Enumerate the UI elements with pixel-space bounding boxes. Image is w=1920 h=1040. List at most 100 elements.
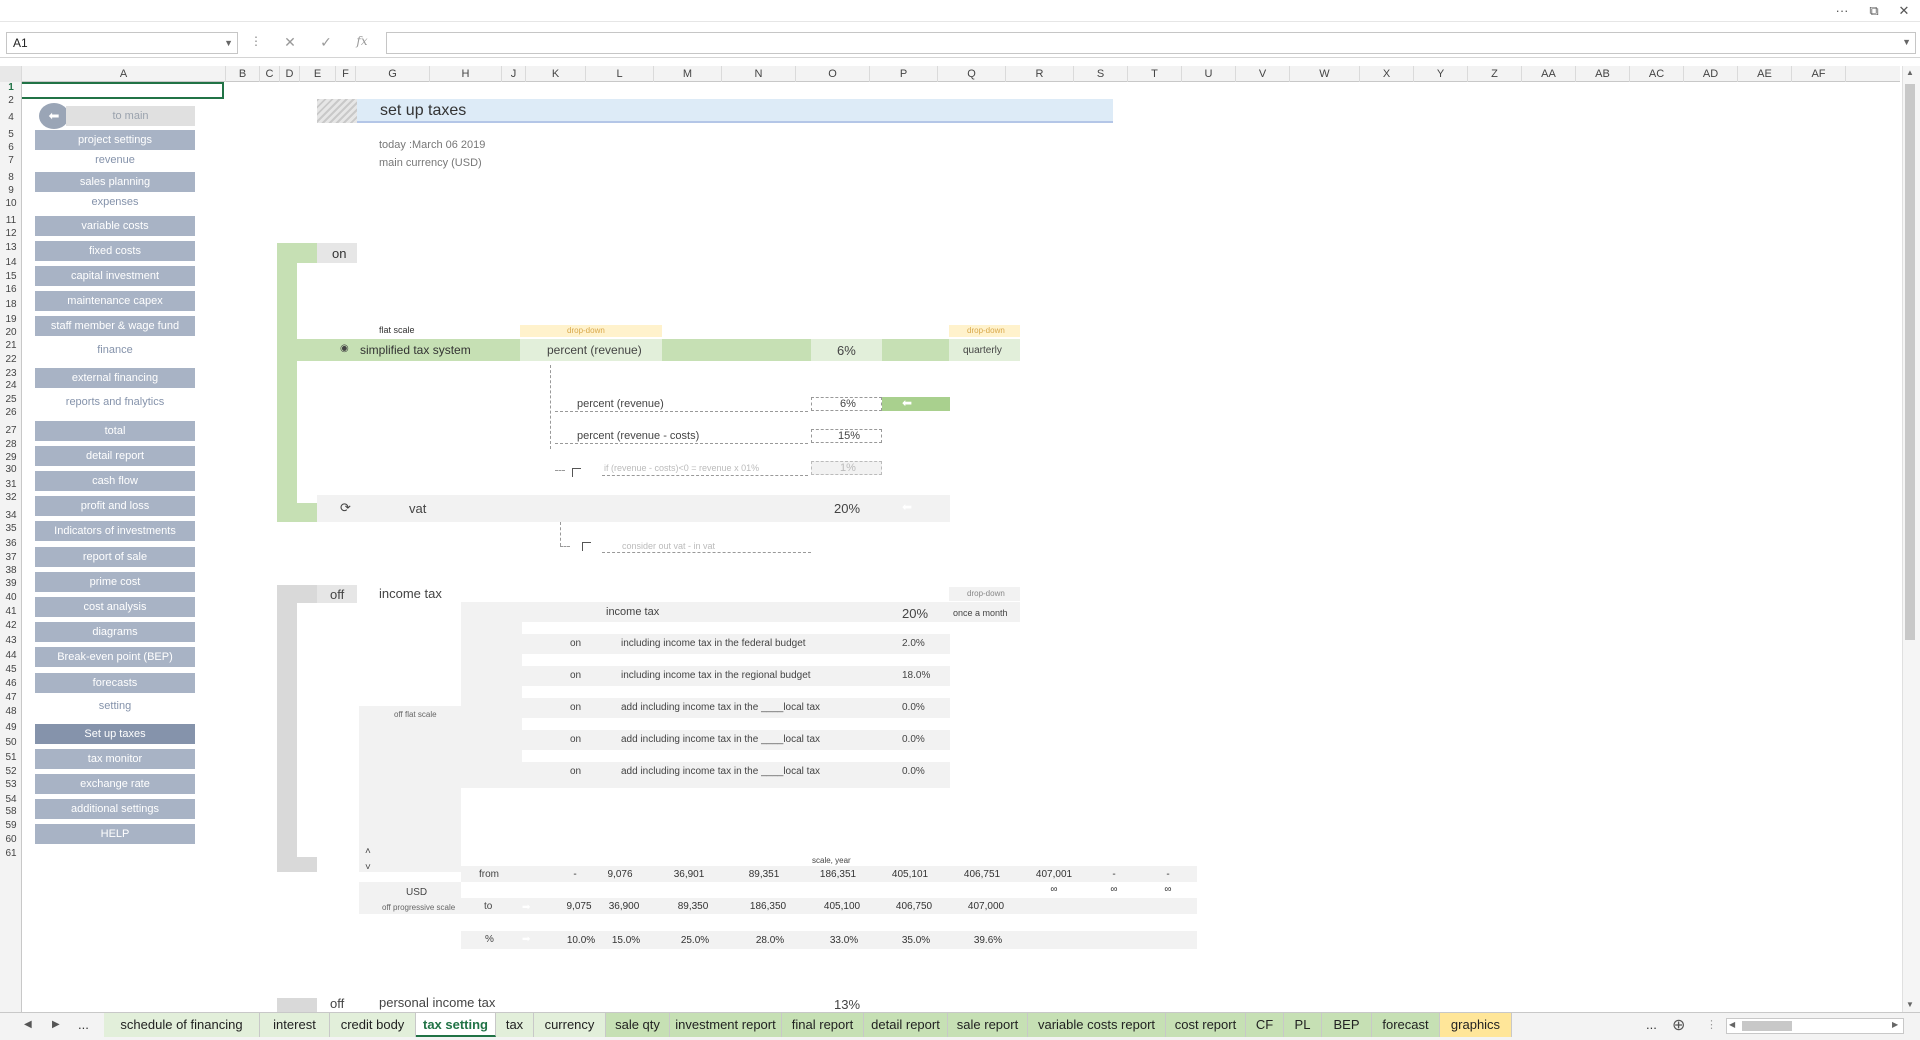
- row-header-51[interactable]: 51: [0, 752, 22, 763]
- tab-variable-costs-report[interactable]: variable costs report: [1028, 1013, 1166, 1037]
- column-header-t[interactable]: T: [1128, 66, 1182, 82]
- column-header-aa[interactable]: AA: [1522, 66, 1576, 82]
- column-header-c[interactable]: C: [260, 66, 280, 82]
- scale-from-cell[interactable]: -: [1143, 869, 1193, 880]
- column-header-a[interactable]: A: [22, 66, 226, 82]
- sidebar-item-break-even-point-bep[interactable]: Break-even point (BEP): [35, 647, 195, 667]
- scale-from-cell[interactable]: 186,351: [813, 869, 863, 880]
- column-header-p[interactable]: P: [870, 66, 938, 82]
- column-header-e[interactable]: E: [300, 66, 336, 82]
- income-row-value[interactable]: 20%: [902, 606, 928, 621]
- row-header-9[interactable]: 9: [0, 185, 22, 196]
- spin-up-icon[interactable]: ˄: [365, 846, 371, 857]
- row-header-45[interactable]: 45: [0, 664, 22, 675]
- tab-currency[interactable]: currency: [534, 1013, 606, 1037]
- tab-prev-icon[interactable]: ◀: [24, 1019, 32, 1030]
- row-header-7[interactable]: 7: [0, 155, 22, 166]
- sidebar-item-capital-investment[interactable]: capital investment: [35, 266, 195, 286]
- row-header-48[interactable]: 48: [0, 706, 22, 717]
- simplified-mode[interactable]: percent (revenue): [547, 343, 642, 357]
- sidebar-item-project-settings[interactable]: project settings: [35, 130, 195, 150]
- sub-toggle[interactable]: on: [570, 702, 581, 713]
- cell-selection-a1[interactable]: [22, 82, 224, 99]
- row-header-35[interactable]: 35: [0, 523, 22, 534]
- sidebar-item-cash-flow[interactable]: cash flow: [35, 471, 195, 491]
- row-header-32[interactable]: 32: [0, 492, 22, 503]
- refresh-icon[interactable]: ⟳: [340, 500, 351, 516]
- drag-handle-icon[interactable]: ⋮: [1706, 1018, 1717, 1031]
- scale-to-cell[interactable]: 407,000: [961, 901, 1011, 912]
- option-3-value[interactable]: 1%: [840, 462, 856, 474]
- row-header-11[interactable]: 11: [0, 215, 22, 226]
- column-header-ac[interactable]: AC: [1630, 66, 1684, 82]
- sidebar-item-prime-cost[interactable]: prime cost: [35, 572, 195, 592]
- column-header-g[interactable]: G: [356, 66, 430, 82]
- scale-from-cell[interactable]: 405,101: [885, 869, 935, 880]
- income-period[interactable]: once a month: [953, 608, 1008, 618]
- column-header-x[interactable]: X: [1360, 66, 1414, 82]
- row-header-46[interactable]: 46: [0, 678, 22, 689]
- sidebar-item-sales-planning[interactable]: sales planning: [35, 172, 195, 192]
- tab-interest[interactable]: interest: [260, 1013, 330, 1037]
- restore-window-icon[interactable]: ⧉: [1864, 3, 1884, 19]
- row-header-36[interactable]: 36: [0, 538, 22, 549]
- scale-from-cell[interactable]: -: [1089, 869, 1139, 880]
- row-header-43[interactable]: 43: [0, 635, 22, 646]
- insert-function-icon[interactable]: fx: [350, 34, 374, 48]
- row-header-30[interactable]: 30: [0, 464, 22, 475]
- row-header-23[interactable]: 23: [0, 368, 22, 379]
- scale-to-cell[interactable]: 186,350: [743, 901, 793, 912]
- tab-pl[interactable]: PL: [1284, 1013, 1322, 1037]
- sidebar-item-diagrams[interactable]: diagrams: [35, 622, 195, 642]
- scale-pct-cell[interactable]: 39.6%: [963, 935, 1013, 946]
- row-header-28[interactable]: 28: [0, 439, 22, 450]
- row-header-54[interactable]: 54: [0, 794, 22, 805]
- column-header-y[interactable]: Y: [1414, 66, 1468, 82]
- column-header-ae[interactable]: AE: [1738, 66, 1792, 82]
- tab-cf[interactable]: CF: [1246, 1013, 1284, 1037]
- column-header-q[interactable]: Q: [938, 66, 1006, 82]
- row-header-60[interactable]: 60: [0, 834, 22, 845]
- scale-from-cell[interactable]: 407,001: [1029, 869, 1079, 880]
- enter-check-icon[interactable]: ✓: [314, 34, 338, 51]
- column-header-m[interactable]: M: [654, 66, 722, 82]
- cancel-icon[interactable]: ✕: [278, 34, 302, 51]
- sub-value[interactable]: 18.0%: [902, 670, 930, 681]
- row-header-34[interactable]: 34: [0, 510, 22, 521]
- to-main-button[interactable]: to main: [66, 106, 195, 126]
- back-arrow-icon[interactable]: ⬅: [39, 103, 69, 129]
- sub-value[interactable]: 0.0%: [902, 734, 925, 745]
- scroll-down-icon[interactable]: ▼: [1906, 1000, 1914, 1009]
- sidebar-item-profit-and-loss[interactable]: profit and loss: [35, 496, 195, 516]
- row-header-19[interactable]: 19: [0, 314, 22, 325]
- scale-to-cell[interactable]: 406,750: [889, 901, 939, 912]
- tab-final-report[interactable]: final report: [782, 1013, 864, 1037]
- scale-pct-cell[interactable]: 10.0%: [556, 935, 606, 946]
- row-header-14[interactable]: 14: [0, 257, 22, 268]
- row-header-58[interactable]: 58: [0, 806, 22, 817]
- row-header-22[interactable]: 22: [0, 354, 22, 365]
- tab-sale-qty[interactable]: sale qty: [606, 1013, 670, 1037]
- scale-pct-cell[interactable]: 25.0%: [670, 935, 720, 946]
- checkbox-icon[interactable]: [582, 542, 591, 551]
- column-header-u[interactable]: U: [1182, 66, 1236, 82]
- sub-toggle[interactable]: on: [570, 670, 581, 681]
- scale-to-cell[interactable]: 405,100: [817, 901, 867, 912]
- tab-credit-body[interactable]: credit body: [330, 1013, 416, 1037]
- vertical-scroll-thumb[interactable]: [1905, 84, 1915, 640]
- column-header-s[interactable]: S: [1074, 66, 1128, 82]
- row-header-52[interactable]: 52: [0, 766, 22, 777]
- scale-to-cell[interactable]: 9,075: [554, 901, 604, 912]
- column-header-l[interactable]: L: [586, 66, 654, 82]
- row-header-39[interactable]: 39: [0, 578, 22, 589]
- scale-pct-cell[interactable]: 33.0%: [819, 935, 869, 946]
- column-header-w[interactable]: W: [1290, 66, 1360, 82]
- more-options-icon[interactable]: ···: [1832, 3, 1852, 18]
- row-header-44[interactable]: 44: [0, 650, 22, 661]
- row-header-12[interactable]: 12: [0, 228, 22, 239]
- scale-pct-cell[interactable]: 35.0%: [891, 935, 941, 946]
- row-header-21[interactable]: 21: [0, 340, 22, 351]
- sub-toggle[interactable]: on: [570, 734, 581, 745]
- row-header-61[interactable]: 61: [0, 848, 22, 859]
- radio-icon[interactable]: ◉: [340, 343, 349, 354]
